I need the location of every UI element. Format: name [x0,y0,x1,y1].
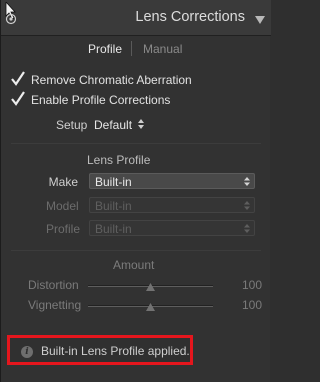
distortion-value[interactable]: 100 [242,278,262,292]
up-down-arrows-icon [243,176,251,187]
profile-status-message: i Built-in Lens Profile applied. [7,335,193,365]
vignetting-label: Vignetting [28,298,82,312]
section-divider [11,143,261,144]
panel-title: Lens Corrections [135,9,245,25]
setup-label: Setup [56,118,88,132]
profile-select[interactable]: Built-in [89,220,255,236]
distortion-slider-thumb[interactable] [146,280,155,291]
vignetting-value[interactable]: 100 [242,298,262,312]
enable-profile-corrections-checkbox[interactable]: Enable Profile Corrections [11,90,171,108]
checkmark-icon[interactable] [11,70,25,87]
remove-chromatic-aberration-checkbox[interactable]: Remove Chromatic Aberration [11,70,192,88]
panel-header[interactable]: Lens Corrections [1,0,271,36]
tab-profile[interactable]: Profile [88,42,122,56]
mode-tabs: Profile Manual [1,41,271,58]
model-value: Built-in [95,199,132,213]
collapse-triangle-icon[interactable] [255,13,265,24]
tab-manual[interactable]: Manual [143,42,182,56]
chromatic-aberration-label: Remove Chromatic Aberration [31,73,192,87]
make-value: Built-in [95,175,132,189]
up-down-arrows-icon [243,200,251,211]
checkmark-icon[interactable] [11,90,25,107]
status-message-text: Built-in Lens Profile applied. [41,344,190,358]
vignetting-slider-thumb[interactable] [146,300,155,311]
profile-corrections-label: Enable Profile Corrections [31,93,171,107]
section-divider [11,250,261,251]
amount-heading: Amount [113,258,155,272]
lens-corrections-panel: Lens Corrections Profile Manual Remove C… [0,0,271,382]
distortion-label: Distortion [28,278,79,292]
tab-divider [131,41,132,56]
make-label: Make [48,175,78,189]
make-select[interactable]: Built-in [89,173,255,189]
info-icon: i [21,346,33,358]
profile-label: Profile [46,222,81,236]
lens-profile-heading: Lens Profile [87,153,151,167]
model-label: Model [46,199,79,213]
up-down-arrows-icon[interactable] [137,118,145,130]
panel-visibility-toggle-icon[interactable] [4,0,18,26]
up-down-arrows-icon [243,223,251,234]
model-select[interactable]: Built-in [89,197,255,213]
setup-dropdown[interactable]: Default [94,118,132,132]
profile-value: Built-in [95,222,132,236]
